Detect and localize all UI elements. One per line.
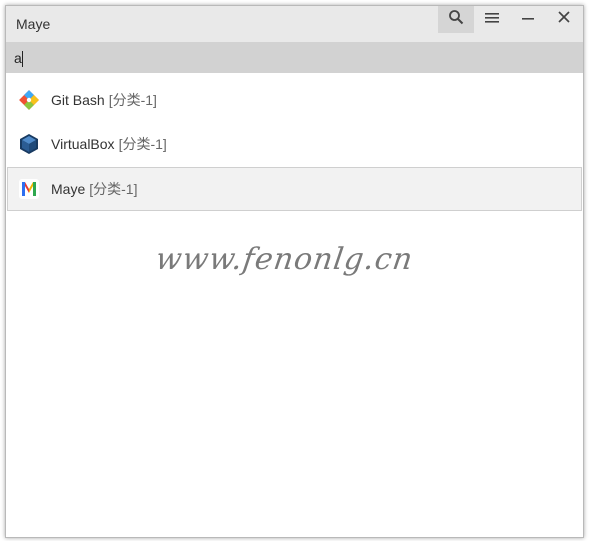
result-category: [分类-1] (108, 92, 157, 108)
hamburger-menu-icon (485, 11, 499, 29)
close-button[interactable] (546, 6, 582, 33)
search-input[interactable] (12, 47, 576, 69)
titlebar: Maye (6, 6, 583, 42)
search-button[interactable] (438, 6, 474, 33)
close-icon (557, 10, 571, 29)
git-bash-icon (18, 89, 40, 111)
watermark-text: www.fenonlg.cn (153, 242, 416, 277)
result-name: Maye (51, 181, 86, 197)
result-item-git-bash[interactable]: Git Bash [分类-1] (7, 79, 582, 121)
search-icon (448, 9, 464, 30)
virtualbox-icon (18, 133, 40, 155)
result-category: [分类-1] (89, 181, 138, 197)
launcher-window: Maye a Git Bash [分类-1] VirtualBox [分类-1]… (5, 5, 584, 538)
result-name: VirtualBox (51, 136, 115, 152)
result-category: [分类-1] (118, 136, 167, 152)
result-item-maye[interactable]: Maye [分类-1] (7, 167, 582, 211)
menu-button[interactable] (474, 6, 510, 33)
text-caret (22, 51, 23, 67)
result-item-virtualbox[interactable]: VirtualBox [分类-1] (7, 123, 582, 165)
search-bar (6, 42, 583, 73)
result-name: Git Bash (51, 92, 105, 108)
minimize-icon (521, 10, 535, 29)
window-title: Maye (16, 16, 51, 32)
minimize-button[interactable] (510, 6, 546, 33)
maye-icon (18, 178, 40, 200)
